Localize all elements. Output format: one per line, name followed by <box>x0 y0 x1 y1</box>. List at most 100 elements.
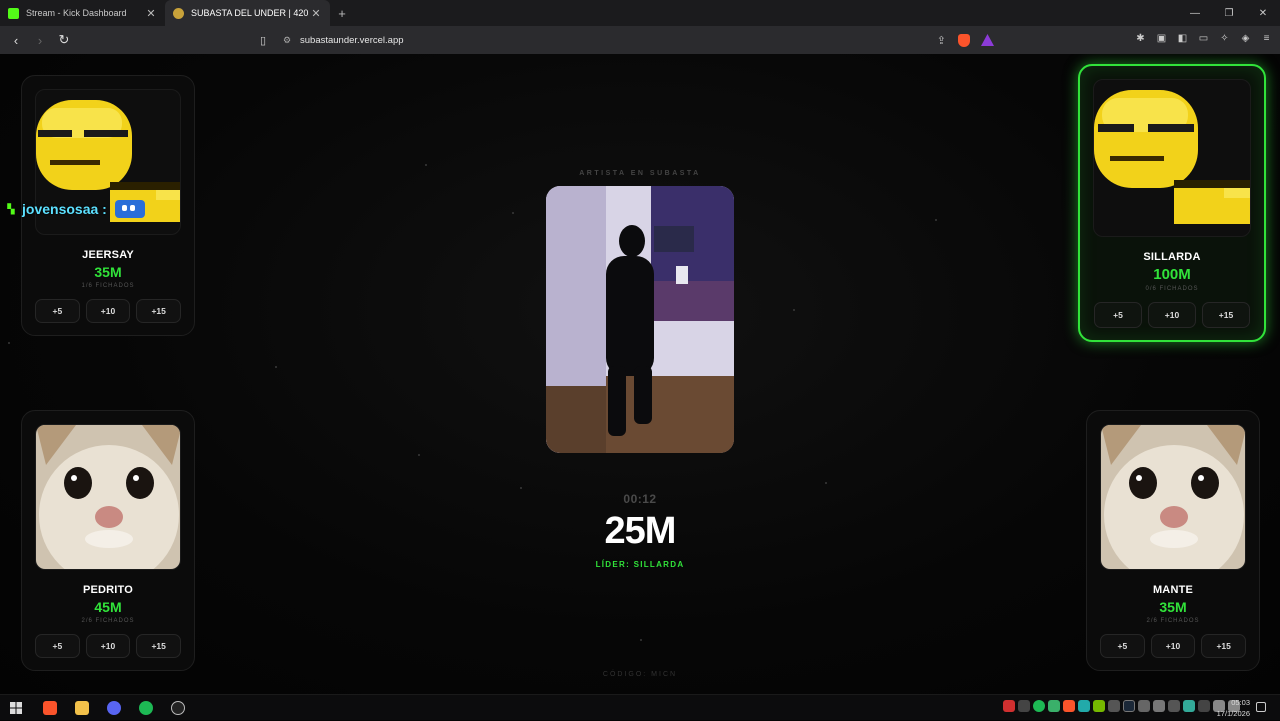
player-signed-count: 1/6 FICHADOS <box>81 283 135 289</box>
tray-app-icon[interactable] <box>1048 700 1060 712</box>
tray-app-icon[interactable] <box>1018 700 1030 712</box>
new-tab-button[interactable]: + <box>330 0 354 26</box>
tray-app-icon[interactable] <box>1138 700 1150 712</box>
vpn-icon[interactable]: ◈ <box>1238 31 1253 46</box>
url-field[interactable]: ▯ ⚙ subastaunder.vercel.app ⇪ <box>254 30 1000 50</box>
cat-photo-icon <box>36 425 180 569</box>
taskbar-obs-icon[interactable] <box>162 695 194 721</box>
avatar <box>1100 424 1246 570</box>
player-signed-count: 0/6 FICHADOS <box>1145 286 1199 292</box>
address-bar-row: ‹ › ↻ ▯ ⚙ subastaunder.vercel.app ⇪ ✱ ▣ … <box>0 26 1280 54</box>
artist-label: ARTISTA EN SUBASTA <box>579 170 701 177</box>
close-tab-icon[interactable]: ✕ <box>145 7 157 20</box>
player-card-mante: MANTE 35M 2/6 FICHADOS +5 +10 +15 <box>1086 410 1260 671</box>
close-window-icon[interactable]: ✕ <box>1246 0 1280 26</box>
menu-icon[interactable]: ≡ <box>1259 31 1274 46</box>
room-code: CÓDIGO: MICN <box>602 671 678 678</box>
tray-app-icon[interactable] <box>1078 700 1090 712</box>
brave-shields-icon[interactable] <box>958 33 970 47</box>
player-name: PEDRITO <box>82 584 134 596</box>
tab-search-icon[interactable]: ▣ <box>1154 31 1169 46</box>
player-signed-count: 2/6 FICHADOS <box>81 618 135 624</box>
tray-app-icon[interactable] <box>1003 700 1015 712</box>
tray-app-icon[interactable] <box>1108 700 1120 712</box>
player-bid: 100M <box>1153 266 1191 283</box>
url-text[interactable]: subastaunder.vercel.app <box>300 35 404 46</box>
tray-chevron-icon[interactable] <box>1198 700 1210 712</box>
tab-title: Stream - Kick Dashboard <box>26 8 127 18</box>
bid-plus-15-button[interactable]: +15 <box>136 634 182 658</box>
chat-badge-icon: ▚ <box>7 203 15 214</box>
extensions-icon[interactable]: ✱ <box>1133 31 1148 46</box>
start-button[interactable] <box>0 695 32 721</box>
window-controls: — ❐ ✕ <box>1178 0 1280 26</box>
tab-kick-dashboard[interactable]: Stream - Kick Dashboard ✕ <box>0 0 165 26</box>
windows-logo-icon <box>10 701 22 714</box>
windows-taskbar: 05:03 17/1/2026 <box>0 694 1280 720</box>
chat-emote-icon <box>114 200 145 218</box>
leader-label: LÍDER: SILLARDA <box>595 560 685 569</box>
auction-page: JEERSAY 35M 1/6 FICHADOS +5 +10 +15 ▚ jo… <box>0 54 1280 694</box>
artist-photo-image <box>546 186 734 453</box>
player-name: MANTE <box>1152 584 1194 596</box>
cat-photo-icon <box>1101 425 1245 569</box>
tray-spotify-icon[interactable] <box>1033 700 1045 712</box>
taskbar-explorer-icon[interactable] <box>66 695 98 721</box>
artist-photo <box>546 186 734 453</box>
bid-plus-5-button[interactable]: +5 <box>35 634 80 658</box>
browser-tab-bar: Stream - Kick Dashboard ✕ SUBASTA DEL UN… <box>0 0 1280 26</box>
bid-plus-5-button[interactable]: +5 <box>1094 302 1142 328</box>
taskbar-clock[interactable]: 05:03 17/1/2026 <box>1217 697 1250 719</box>
back-icon[interactable]: ‹ <box>6 30 26 50</box>
bid-plus-10-button[interactable]: +10 <box>85 634 131 658</box>
system-tray <box>1003 700 1240 712</box>
restore-icon[interactable]: ❐ <box>1212 0 1246 26</box>
site-info-icon[interactable]: ⚙ <box>278 35 296 46</box>
bid-plus-15-button[interactable]: +15 <box>1202 302 1250 328</box>
smug-face-icon <box>1094 90 1250 224</box>
toolbar-icons: ✱ ▣ ◧ ▭ ✧ ◈ ≡ <box>1133 31 1274 46</box>
tray-app-icon[interactable] <box>1168 700 1180 712</box>
clock-time: 05:03 <box>1231 698 1250 707</box>
tray-app-icon[interactable] <box>1153 700 1165 712</box>
reload-icon[interactable]: ↻ <box>54 30 74 50</box>
wallet-icon[interactable]: ▭ <box>1196 31 1211 46</box>
taskbar-brave-icon[interactable] <box>34 695 66 721</box>
auction-timer: 00:12 <box>623 492 657 506</box>
tab-title: SUBASTA DEL UNDER | 420 <box>191 8 309 18</box>
bid-plus-15-button[interactable]: +15 <box>1201 634 1247 658</box>
player-card-sillarda: SILLARDA 100M 0/6 FICHADOS +5 +10 +15 <box>1078 64 1266 342</box>
tray-nvidia-icon[interactable] <box>1093 700 1105 712</box>
bid-plus-15-button[interactable]: +15 <box>136 299 182 323</box>
player-card-pedrito: PEDRITO 45M 2/6 FICHADOS +5 +10 +15 <box>21 410 195 671</box>
notification-icon[interactable] <box>1256 702 1266 712</box>
leo-icon[interactable]: ✧ <box>1217 31 1232 46</box>
bid-plus-5-button[interactable]: +5 <box>35 299 80 323</box>
tray-steam-icon[interactable] <box>1123 700 1135 712</box>
tray-app-icon[interactable] <box>1183 700 1195 712</box>
bid-plus-5-button[interactable]: +5 <box>1100 634 1145 658</box>
tray-brave-icon[interactable] <box>1063 700 1075 712</box>
player-bid: 45M <box>94 599 122 615</box>
current-bid: 25M <box>604 510 677 552</box>
share-icon[interactable]: ⇪ <box>937 34 946 47</box>
player-signed-count: 2/6 FICHADOS <box>1146 618 1200 624</box>
bookmark-icon[interactable]: ▯ <box>254 34 272 47</box>
player-bid: 35M <box>94 264 122 280</box>
sidebar-icon[interactable]: ◧ <box>1175 31 1190 46</box>
taskbar-spotify-icon[interactable] <box>130 695 162 721</box>
avatar <box>1093 79 1251 237</box>
player-name: SILLARDA <box>1143 251 1201 263</box>
bid-plus-10-button[interactable]: +10 <box>1150 634 1196 658</box>
forward-icon[interactable]: › <box>30 30 50 50</box>
close-tab-icon[interactable]: ✕ <box>310 7 322 20</box>
minimize-icon[interactable]: — <box>1178 0 1212 26</box>
clock-date: 17/1/2026 <box>1216 709 1250 718</box>
bid-plus-10-button[interactable]: +10 <box>85 299 131 323</box>
taskbar-discord-icon[interactable] <box>98 695 130 721</box>
avatar <box>35 424 181 570</box>
brave-rewards-icon[interactable] <box>981 34 994 46</box>
tab-subasta[interactable]: SUBASTA DEL UNDER | 420 ✕ <box>165 0 330 26</box>
subasta-favicon-icon <box>173 7 184 19</box>
bid-plus-10-button[interactable]: +10 <box>1148 302 1196 328</box>
